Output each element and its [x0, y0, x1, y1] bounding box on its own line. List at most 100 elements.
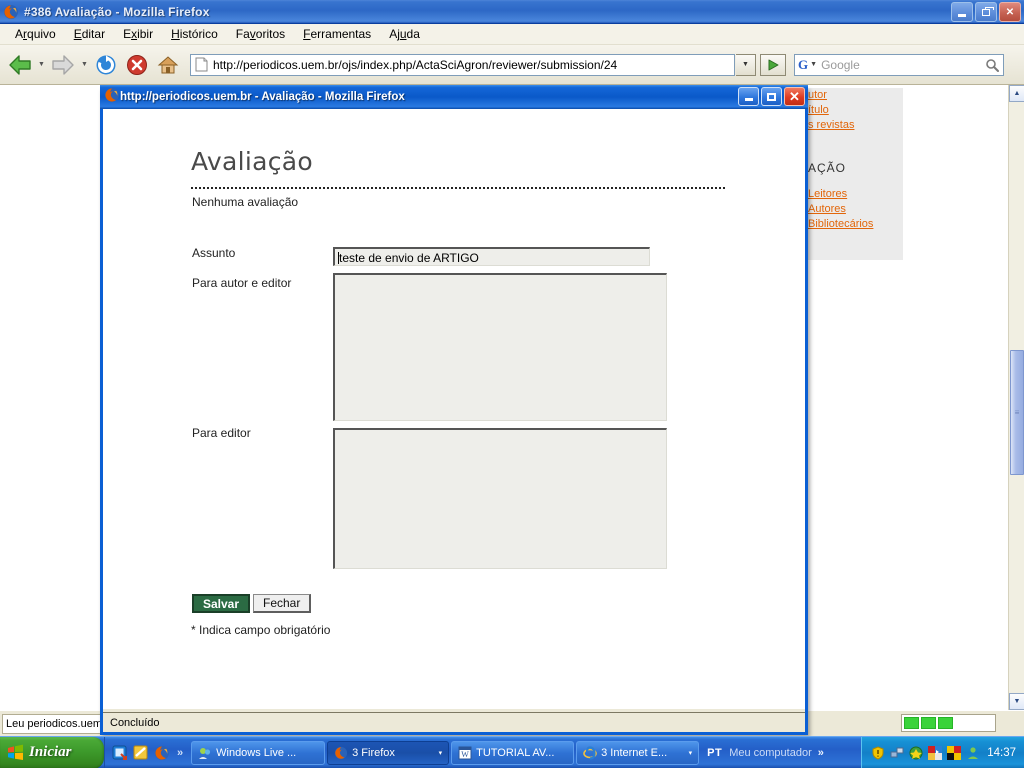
sidebar-link-revistas[interactable]: s revistas	[808, 119, 854, 131]
menu-bar: Arquivo Editar Exibir Histórico Favorito…	[0, 24, 1024, 45]
start-label: Iniciar	[29, 744, 72, 760]
task-firefox[interactable]: 3 Firefox ▾	[327, 740, 450, 765]
chevron-down-icon[interactable]: ▾	[435, 749, 443, 757]
sidebar-link-bibliotecarios[interactable]: Bibliotecários	[808, 218, 873, 230]
sidebar-link-autores[interactable]: Autores	[808, 203, 846, 215]
progress-block	[938, 717, 953, 729]
search-bar[interactable]: G ▼ Google	[794, 53, 1004, 76]
home-icon[interactable]	[153, 50, 183, 80]
url-bar[interactable]: http://periodicos.uem.br/ojs/index.php/A…	[190, 53, 735, 76]
quick-launch-bar: »	[104, 736, 187, 768]
progress-block	[904, 717, 919, 729]
sidebar-link-leitores[interactable]: Leitores	[808, 188, 847, 200]
task-windows-live[interactable]: Windows Live ...	[191, 740, 326, 765]
search-input[interactable]: Google	[821, 58, 981, 72]
save-button[interactable]: Salvar	[192, 594, 251, 613]
label-assunto: Assunto	[192, 246, 236, 260]
url-dropdown-icon[interactable]: ▼	[736, 53, 756, 76]
language-indicator[interactable]: PT	[707, 747, 722, 759]
desktop-toolbar-label[interactable]: Meu computador	[729, 747, 812, 759]
para-autor-e-editor-textarea[interactable]	[333, 273, 667, 421]
assunto-input[interactable]: teste de envio de ARTIGO	[333, 247, 650, 266]
close-form-button[interactable]: Fechar	[253, 594, 312, 613]
google-logo-icon: G	[798, 56, 809, 72]
windows-taskbar: Iniciar » Windows Live ... 3 Firefox ▾ W…	[0, 736, 1024, 768]
menu-favoritos[interactable]: Favoritos	[227, 25, 294, 43]
menu-editar[interactable]: Editar	[65, 25, 114, 43]
assunto-value: teste de envio de ARTIGO	[339, 251, 479, 265]
search-engine-dropdown-icon[interactable]: ▼	[810, 61, 817, 68]
menu-arquivo[interactable]: Arquivo	[6, 25, 65, 43]
show-desktop-icon[interactable]	[112, 745, 128, 761]
popup-window-controls: ✕	[738, 87, 805, 106]
go-button[interactable]	[760, 53, 786, 76]
search-icon[interactable]	[981, 58, 1003, 72]
color-icon-2[interactable]	[946, 745, 961, 760]
desktop-screen: #386 Avaliação - Mozilla Firefox ✕ Arqui…	[0, 0, 1024, 768]
restore-button[interactable]	[975, 2, 997, 22]
main-window-titlebar: #386 Avaliação - Mozilla Firefox ✕	[0, 0, 1024, 24]
scroll-down-arrow-icon[interactable]: ▼	[1009, 693, 1024, 710]
progress-block	[921, 717, 936, 729]
popup-status-bar: Concluído	[103, 712, 805, 732]
main-window-controls: ✕	[951, 2, 1021, 22]
close-button[interactable]: ✕	[999, 2, 1021, 22]
popup-minimize-button[interactable]	[738, 87, 759, 106]
task-label: 3 Firefox	[352, 746, 395, 759]
navigation-toolbar: ▼ ▼ http://periodicos.uem.br/ojs/index.p…	[0, 45, 1024, 85]
user-icon[interactable]	[965, 745, 980, 760]
color-icon-1[interactable]	[927, 745, 942, 760]
task-internet-explorer[interactable]: 3 Internet E... ▾	[576, 740, 700, 765]
main-status-text: Leu periodicos.uem.	[2, 713, 107, 734]
menu-historico[interactable]: Histórico	[162, 25, 227, 43]
task-tutorial-word[interactable]: W TUTORIAL AV...	[451, 740, 575, 765]
start-button[interactable]: Iniciar	[0, 736, 104, 768]
task-label: Windows Live ...	[216, 746, 297, 759]
review-popup-window: http://periodicos.uem.br - Avaliação - M…	[100, 85, 808, 735]
popup-close-button[interactable]: ✕	[784, 87, 805, 106]
taskbar-clock[interactable]: 14:37	[987, 747, 1016, 759]
firewall-icon[interactable]	[908, 745, 923, 760]
menu-ferramentas[interactable]: Ferramentas	[294, 25, 380, 43]
system-tray: 14:37	[861, 736, 1024, 768]
popup-page-body: Avaliação Nenhuma avaliação Assunto test…	[103, 109, 805, 709]
popup-titlebar: http://periodicos.uem.br - Avaliação - M…	[100, 85, 808, 109]
page-title: Avaliação	[191, 147, 314, 176]
popup-restore-button[interactable]	[761, 87, 782, 106]
reload-icon[interactable]	[91, 50, 121, 80]
forward-arrow-icon	[48, 50, 78, 80]
para-editor-textarea[interactable]	[333, 428, 667, 569]
taskbar-buttons: Windows Live ... 3 Firefox ▾ W TUTORIAL …	[191, 737, 700, 768]
minimize-button[interactable]	[951, 2, 973, 22]
messenger-icon	[198, 746, 212, 760]
windows-flag-icon	[7, 744, 24, 761]
sidebar-link-autor[interactable]: utor	[808, 89, 827, 101]
task-label: 3 Internet E...	[601, 746, 668, 759]
sidebar-section-heading: AÇÃO	[808, 161, 847, 175]
task-label: TUTORIAL AV...	[476, 746, 555, 759]
title-divider	[191, 187, 725, 189]
no-review-text: Nenhuma avaliação	[192, 195, 299, 209]
main-window-title: #386 Avaliação - Mozilla Firefox	[24, 4, 210, 19]
scrollbar-thumb[interactable]: ≡	[1010, 350, 1024, 475]
quick-launch-overflow-icon[interactable]: »	[177, 747, 183, 759]
security-shield-icon[interactable]	[870, 745, 885, 760]
network-icon[interactable]	[889, 745, 904, 760]
firefox-icon	[3, 4, 19, 20]
main-window-scrollbar[interactable]: ▲ ≡ ▼	[1008, 85, 1024, 710]
label-para-editor: Para editor	[192, 426, 251, 440]
sidebar-link-titulo[interactable]: ítulo	[808, 104, 829, 116]
taskbar-overflow-icon[interactable]: »	[818, 747, 824, 759]
chevron-down-icon[interactable]: ▾	[685, 749, 693, 757]
firefox-icon[interactable]	[154, 745, 170, 761]
notes-icon[interactable]	[133, 745, 149, 761]
back-arrow-icon[interactable]	[5, 50, 35, 80]
back-dropdown-icon[interactable]: ▼	[36, 61, 47, 68]
label-para-autor-e-editor: Para autor e editor	[192, 276, 292, 290]
status-progress-indicator	[901, 714, 996, 732]
menu-exibir[interactable]: Exibir	[114, 25, 162, 43]
menu-ajuda[interactable]: Ajuda	[380, 25, 429, 43]
popup-status-text: Concluído	[110, 716, 160, 729]
scroll-up-arrow-icon[interactable]: ▲	[1009, 85, 1024, 102]
popup-window-title: http://periodicos.uem.br - Avaliação - M…	[120, 91, 405, 103]
